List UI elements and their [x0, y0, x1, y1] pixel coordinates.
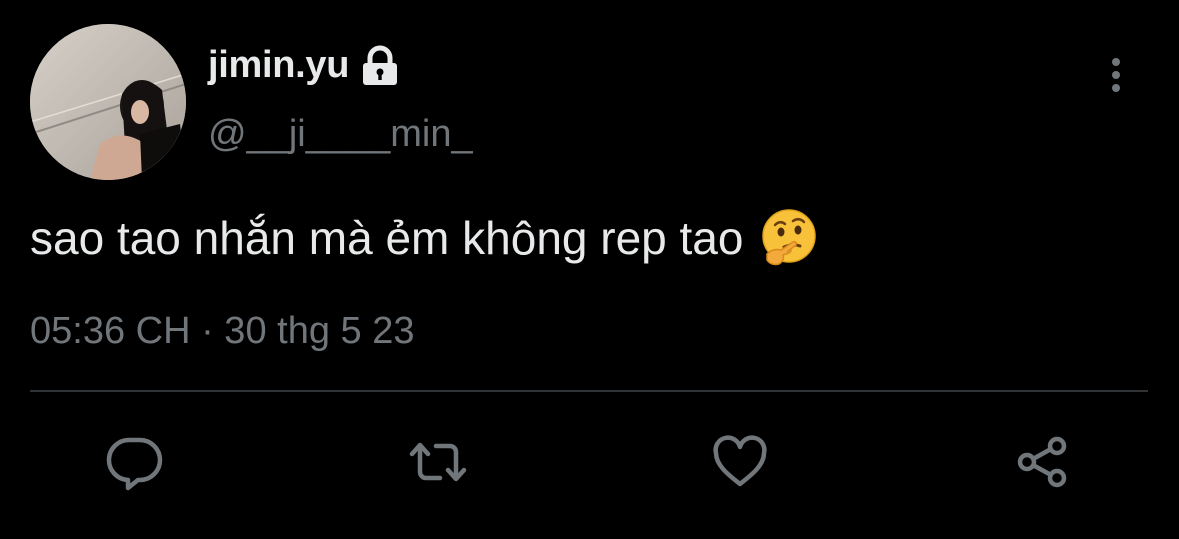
comment-icon [105, 432, 165, 492]
tweet-text: sao tao nhắn mà ẻm không rep tao [30, 208, 819, 268]
share-icon [1013, 432, 1073, 492]
lock-icon [359, 45, 401, 87]
like-button[interactable] [710, 432, 770, 492]
tweet-text-content: sao tao nhắn mà ẻm không rep tao [30, 212, 744, 264]
heart-icon [710, 432, 770, 492]
display-name-text: jimin.yu [208, 44, 350, 86]
tweet-timestamp[interactable]: 05:36 CH · 30 thg 5 23 [30, 310, 414, 353]
user-handle[interactable]: @__ji____min_ [208, 113, 473, 156]
share-button[interactable] [1013, 432, 1073, 492]
display-name[interactable]: jimin.yu [208, 44, 401, 87]
more-vertical-icon[interactable] [1100, 56, 1132, 96]
divider [30, 390, 1148, 392]
retweet-icon [406, 432, 470, 492]
reply-button[interactable] [105, 432, 165, 492]
avatar[interactable] [30, 24, 186, 180]
retweet-button[interactable] [408, 432, 468, 492]
thinking-face-emoji [759, 208, 819, 268]
